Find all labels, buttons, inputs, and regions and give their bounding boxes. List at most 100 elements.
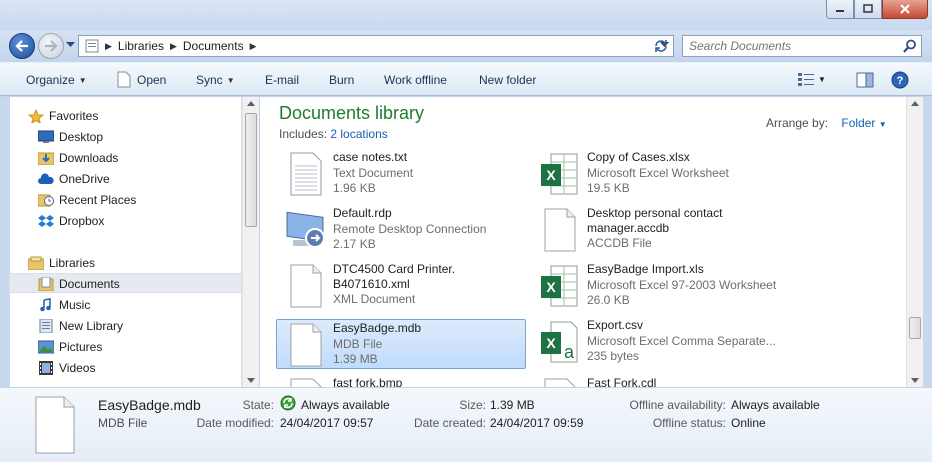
file-item[interactable]: fast fork.bmp <box>277 375 527 387</box>
file-list-scroll-thumb[interactable] <box>909 317 921 339</box>
burn-button[interactable]: Burn <box>329 73 354 87</box>
breadcrumb-separator[interactable]: ▶ <box>103 41 114 52</box>
breadcrumb-documents[interactable]: Documents <box>179 39 248 53</box>
arrange-label: Arrange by: <box>766 116 829 130</box>
breadcrumb-separator[interactable]: ▶ <box>168 41 179 52</box>
view-list-icon <box>798 73 814 86</box>
command-bar: Organize ▼ Open Sync ▼ E-mail Burn Work … <box>0 62 932 96</box>
sync-available-icon <box>280 395 296 411</box>
selected-file-icon <box>35 396 75 454</box>
file-item[interactable]: DTC4500 Card Printer. B4071610.xml XML Do… <box>277 261 527 311</box>
breadcrumb-libraries[interactable]: Libraries <box>114 39 168 53</box>
forward-button[interactable] <box>38 33 64 59</box>
chevron-down-icon: ▼ <box>878 120 887 129</box>
new-library-icon <box>39 319 53 333</box>
search-box[interactable] <box>682 35 922 57</box>
svg-text:?: ? <box>897 75 904 87</box>
nav-label: New Library <box>59 319 124 333</box>
search-icon[interactable] <box>903 39 917 53</box>
libraries-icon <box>28 256 44 270</box>
pictures-icon <box>38 340 54 354</box>
recent-pages-chevron-icon[interactable] <box>66 42 75 48</box>
scroll-up-arrow-icon[interactable] <box>911 101 919 106</box>
search-input[interactable] <box>689 38 889 54</box>
organize-button[interactable]: Organize ▼ <box>26 73 87 87</box>
help-icon[interactable]: ? <box>891 71 909 89</box>
nav-videos[interactable]: Videos <box>10 358 242 378</box>
file-item[interactable]: aX Export.csv Microsoft Excel Comma Sepa… <box>531 317 781 367</box>
remote-desktop-icon <box>286 211 325 248</box>
sync-button[interactable]: Sync ▼ <box>196 73 235 87</box>
image-file-icon <box>290 378 322 387</box>
nav-favorites[interactable]: Favorites <box>10 106 242 126</box>
library-includes: Includes: 2 locations <box>279 127 388 141</box>
nav-label: Downloads <box>59 151 119 165</box>
offline-status-label: Offline status: <box>652 416 726 430</box>
file-name: DTC4500 Card Printer. B4071610.xml <box>333 262 528 292</box>
email-button[interactable]: E-mail <box>265 73 299 87</box>
file-name-line: B4071610.xml <box>333 277 410 291</box>
file-type: XML Document <box>333 292 416 306</box>
nav-libraries[interactable]: Libraries <box>10 253 242 273</box>
date-modified-label: Date modified: <box>196 416 274 430</box>
file-item-selected[interactable]: EasyBadge.mdb MDB File 1.39 MB <box>276 319 526 369</box>
nav-desktop[interactable]: Desktop <box>10 127 242 147</box>
blank-file-icon <box>544 208 576 252</box>
documents-library-icon <box>38 277 54 291</box>
blank-file-icon <box>544 378 576 387</box>
breadcrumb-separator[interactable]: ▶ <box>248 41 259 52</box>
dropbox-icon <box>38 215 54 227</box>
library-title: Documents library <box>279 103 425 123</box>
nav-documents[interactable]: Documents <box>9 273 242 293</box>
file-item[interactable]: case notes.txt Text Document 1.96 KB <box>277 149 527 199</box>
work-offline-button[interactable]: Work offline <box>384 73 447 87</box>
nav-onedrive[interactable]: OneDrive <box>10 169 242 189</box>
locations-link[interactable]: 2 locations <box>330 127 387 141</box>
nav-downloads[interactable]: Downloads <box>10 148 242 168</box>
file-name: EasyBadge Import.xls <box>587 262 704 276</box>
arrange-dropdown[interactable]: Folder ▼ <box>841 116 886 130</box>
back-button[interactable] <box>9 33 35 59</box>
minimize-button[interactable] <box>826 0 854 19</box>
preview-pane-icon[interactable] <box>856 72 874 88</box>
film-strip-icon <box>39 361 53 375</box>
window-controls <box>826 0 928 19</box>
nav-dropbox[interactable]: Dropbox <box>10 211 242 231</box>
change-view-button[interactable]: ▼ <box>797 72 826 86</box>
file-item[interactable]: X EasyBadge Import.xls Microsoft Excel 9… <box>531 261 781 311</box>
nav-label: Favorites <box>49 109 99 123</box>
refresh-button[interactable] <box>651 36 671 56</box>
file-name: EasyBadge.mdb <box>333 321 422 335</box>
scroll-up-arrow-icon[interactable] <box>247 101 255 106</box>
star-icon <box>28 109 44 123</box>
file-size: 1.39 MB <box>333 352 378 366</box>
file-item[interactable]: Default.rdp Remote Desktop Connection 2.… <box>277 205 527 255</box>
svg-text:a: a <box>564 342 575 362</box>
arrange-value: Folder <box>841 116 876 130</box>
file-type: MDB File <box>333 337 383 351</box>
file-name: Export.csv <box>587 318 644 332</box>
open-button[interactable]: Open <box>137 73 166 87</box>
maximize-button[interactable] <box>854 0 882 19</box>
file-item[interactable]: Desktop personal contact manager.accdb AC… <box>531 205 781 255</box>
work-offline-label: Work offline <box>384 73 447 87</box>
scroll-down-arrow-icon[interactable] <box>911 378 919 383</box>
address-bar[interactable]: ▶ Libraries ▶ Documents ▶ <box>78 35 674 57</box>
close-button[interactable] <box>882 0 928 19</box>
file-item[interactable]: Fast Fork.cdl <box>531 375 781 387</box>
nav-new-library[interactable]: New Library <box>10 316 242 336</box>
organize-label: Organize <box>26 73 75 87</box>
nav-label: Music <box>59 298 91 312</box>
file-item[interactable]: X Copy of Cases.xlsx Microsoft Excel Wor… <box>531 149 781 199</box>
nav-music[interactable]: Music <box>10 295 242 315</box>
nav-pane-scrollbar[interactable] <box>242 97 259 387</box>
new-folder-button[interactable]: New folder <box>479 73 536 87</box>
nav-pictures[interactable]: Pictures <box>10 337 242 357</box>
minimize-icon <box>836 10 844 12</box>
chevron-down-icon[interactable]: ▼ <box>818 75 826 84</box>
nav-recent-places[interactable]: Recent Places <box>10 190 242 210</box>
file-list-scrollbar[interactable] <box>906 97 923 387</box>
file-name: case notes.txt <box>333 150 408 164</box>
nav-scroll-thumb[interactable] <box>245 113 257 227</box>
scroll-down-arrow-icon[interactable] <box>247 378 255 383</box>
